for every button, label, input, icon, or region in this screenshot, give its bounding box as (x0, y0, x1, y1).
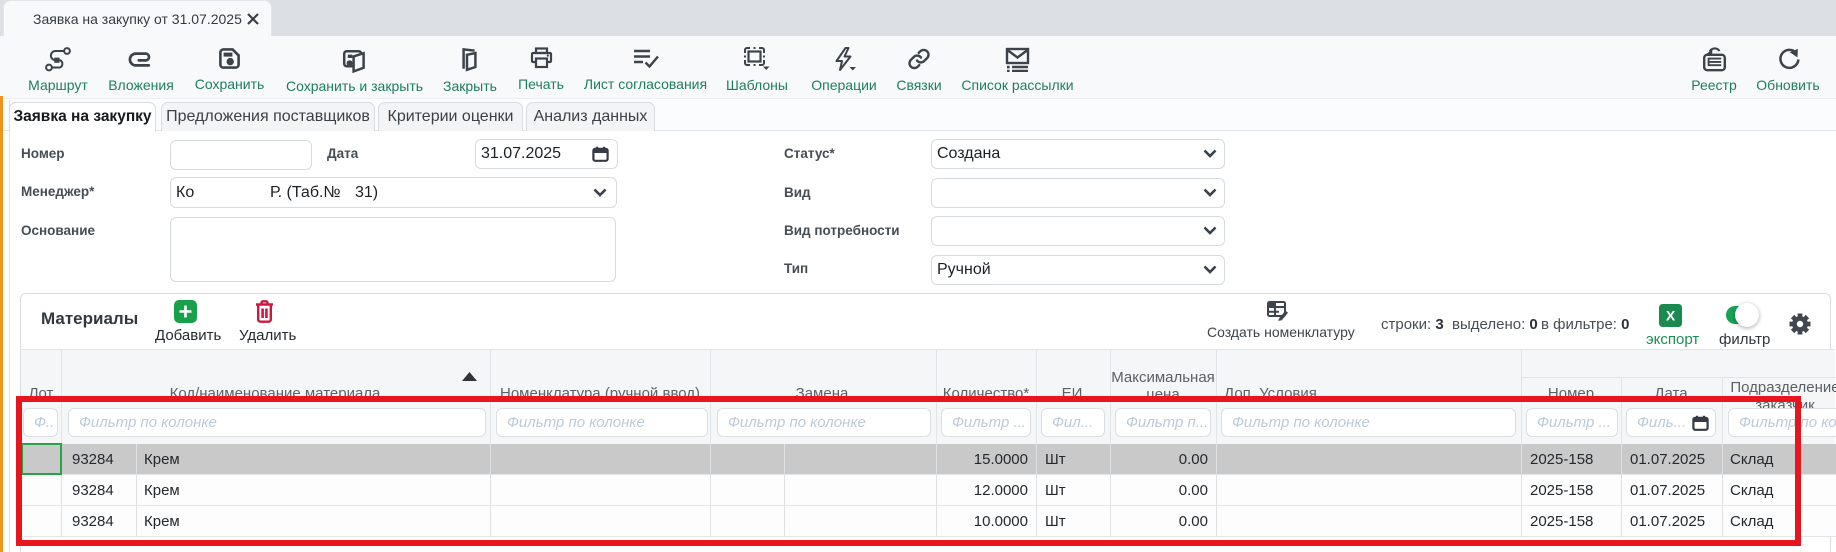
svg-text:X: X (1666, 308, 1676, 324)
